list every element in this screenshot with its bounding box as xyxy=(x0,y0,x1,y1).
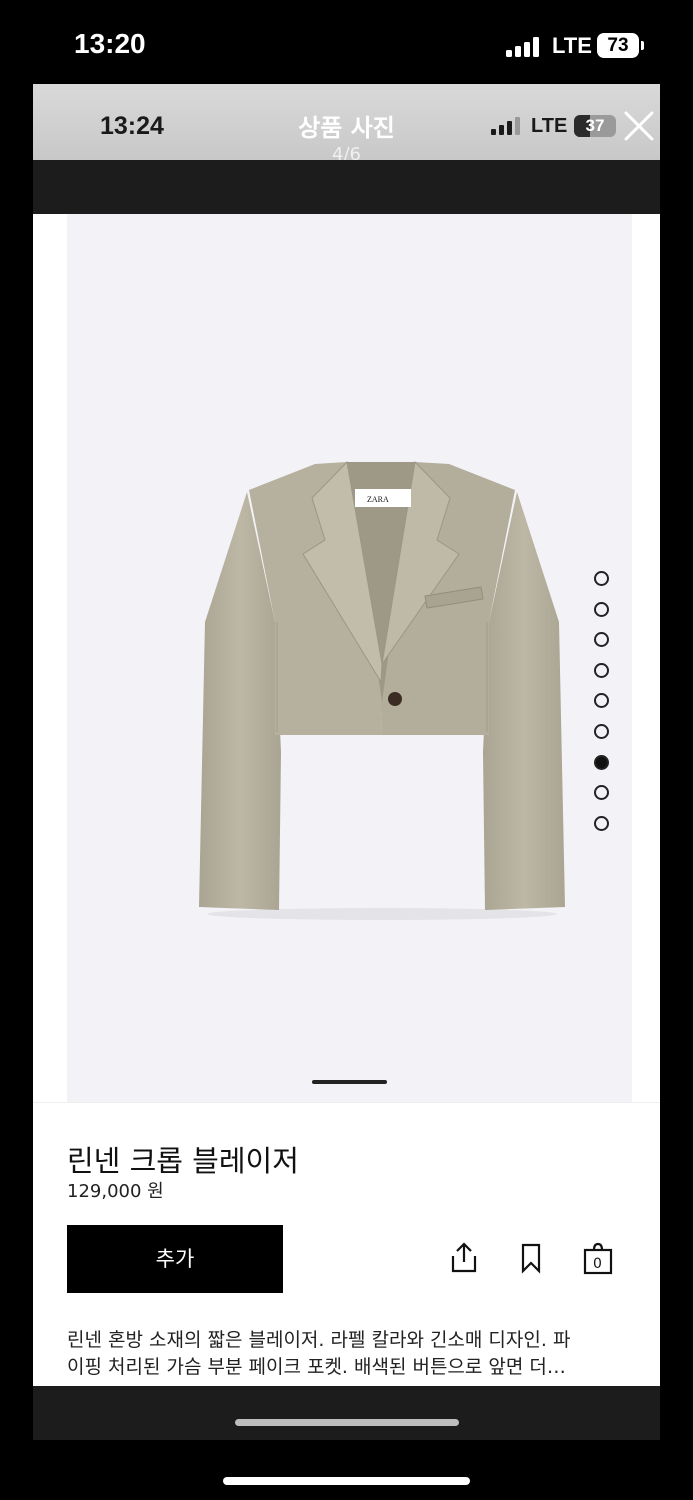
pagination-dot[interactable] xyxy=(594,693,609,709)
bookmark-icon[interactable] xyxy=(514,1240,548,1276)
bag-count: 0 xyxy=(593,1256,602,1272)
close-icon[interactable] xyxy=(621,108,657,144)
product-image-area[interactable]: ZARA xyxy=(33,214,660,1102)
description-line-2: 이핑 처리된 가슴 부분 페이크 포켓. 배색된 버튼으로 앞면 더… xyxy=(67,1356,566,1378)
signal-icon xyxy=(506,37,544,57)
product-description: 린넨 혼방 소재의 짧은 블레이저. 라펠 칼라와 긴소매 디자인. 파 이핑 … xyxy=(67,1327,632,1381)
inner-battery-level: 37 xyxy=(585,116,605,135)
image-pagination-dots xyxy=(594,571,610,846)
network-type: LTE xyxy=(552,33,592,58)
inner-home-indicator xyxy=(235,1419,459,1426)
pagination-dot[interactable] xyxy=(594,785,609,801)
inner-battery-icon: 37 xyxy=(574,115,616,137)
viewer-bottom-bar xyxy=(33,1386,660,1440)
battery-icon: 73 xyxy=(597,33,639,58)
outer-clock: 13:20 xyxy=(74,28,146,59)
divider xyxy=(33,1102,660,1103)
viewer-top-band xyxy=(33,160,660,214)
jacket-image: ZARA xyxy=(199,460,565,920)
add-button[interactable]: 추가 xyxy=(67,1225,283,1293)
pagination-dot[interactable] xyxy=(594,662,609,678)
pagination-dot[interactable] xyxy=(594,754,609,770)
pagination-dot[interactable] xyxy=(594,723,609,739)
pagination-dot[interactable] xyxy=(594,632,609,648)
description-line-1: 린넨 혼방 소재의 짧은 블레이저. 라펠 칼라와 긴소매 디자인. 파 xyxy=(67,1329,571,1351)
bag-icon[interactable]: 0 xyxy=(581,1240,615,1276)
outer-status-bar: 13:20 LTE 73 xyxy=(0,0,693,84)
share-icon[interactable] xyxy=(447,1240,481,1276)
product-name: 린넨 크롭 블레이저 xyxy=(67,1144,299,1178)
pagination-dot[interactable] xyxy=(594,601,609,617)
product-photo: ZARA xyxy=(67,214,632,1102)
product-price: 129,000 원 xyxy=(67,1181,164,1202)
scroll-indicator xyxy=(312,1080,387,1084)
inner-network-type: LTE xyxy=(531,115,568,137)
brand-label: ZARA xyxy=(367,495,389,504)
battery-nub xyxy=(641,41,644,50)
pagination-dot[interactable] xyxy=(594,571,609,586)
pagination-dot[interactable] xyxy=(594,815,609,831)
viewer-header: 13:24 상품 사진 4/6 LTE 37 xyxy=(33,84,660,165)
home-indicator[interactable] xyxy=(223,1477,470,1485)
inner-signal-icon xyxy=(491,117,521,135)
screenshot-frame: 13:24 상품 사진 4/6 LTE 37 ZARA 린넨 크롭 블레이저 1… xyxy=(33,84,660,1440)
